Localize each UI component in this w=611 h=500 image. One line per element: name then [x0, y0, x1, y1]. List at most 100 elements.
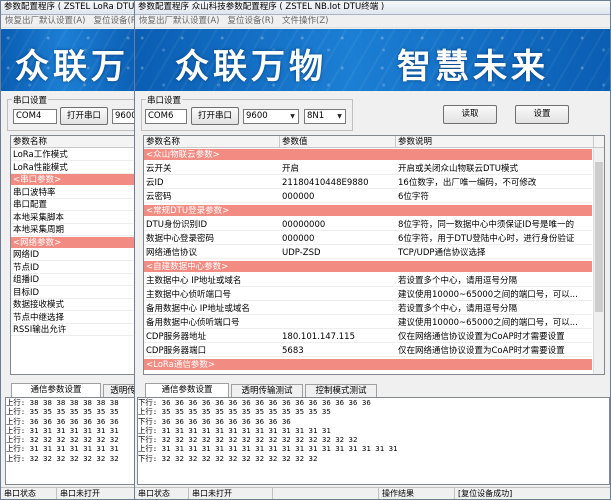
back-param-row[interactable]: 组播ID — [11, 274, 139, 286]
front-tab-control-test[interactable]: 控制模式测试 — [305, 384, 377, 397]
front-row-name: <常规DTU登录参数> — [146, 206, 230, 216]
back-status-label: 串口状态 — [1, 488, 57, 499]
front-banner-right-text: 智慧未来 — [397, 47, 549, 87]
front-row-name: <众山物联云参数> — [146, 150, 220, 160]
front-set-button[interactable]: 设置 — [515, 105, 569, 124]
front-log: 下行: 36 36 36 36 36 36 36 36 36 36 36 36 … — [137, 397, 610, 485]
back-banner: 众联万 — [1, 29, 139, 91]
back-log-line: 上行: 36 36 36 36 36 36 36 — [6, 416, 119, 426]
front-row-value: 21180410448E9880 — [282, 178, 369, 188]
front-param-row[interactable]: CDP服务器地址 180.101.147.115 仅在网络通信协议设置为CoAP时才… — [144, 331, 592, 343]
front-row-desc: 16位数字，出厂唯一编码，不可修改 — [398, 178, 537, 188]
front-param-row[interactable]: CDP服务器端口 5683 仅在网络通信协议设置为CoAP时才需要设置 — [144, 345, 592, 357]
back-param-row[interactable]: RSSI输出允许 — [11, 324, 139, 336]
front-section-row[interactable]: <常规DTU登录参数> — [144, 205, 592, 217]
back-param-row[interactable]: 本地采集周期 — [11, 224, 139, 236]
back-open-port-button[interactable]: 打开串口 — [60, 107, 108, 125]
front-menu-file-ops[interactable]: 文件操作(Z) — [278, 16, 332, 26]
front-col-value[interactable]: 参数值 — [280, 136, 396, 148]
front-row-name: 备用数据中心 IP地址或域名 — [146, 304, 250, 314]
front-window: 参数配置程序 众山科技参数配置程序 ( ZSTEL NB.Iot DTU终端 )… — [134, 0, 611, 500]
back-row-name: LoRa性能模式 — [13, 162, 68, 173]
front-param-row[interactable]: 备用数据中心 IP地址或域名 若设置多个中心，请用逗号分隔 — [144, 303, 592, 315]
front-status-label: 串口状态 — [135, 488, 189, 499]
front-row-desc: 仅在网络通信协议设置为CoAP时才需要设置 — [398, 346, 565, 356]
front-col-desc[interactable]: 参数说明 — [396, 136, 594, 148]
front-log-line: 下行: 32 32 32 32 32 32 32 32 32 32 32 32 … — [138, 435, 358, 445]
front-row-desc: TCP/UDP通信协议选择 — [398, 248, 486, 258]
front-col-name[interactable]: 参数名称 — [144, 136, 280, 148]
front-param-row[interactable]: 云开关 开启 开启或关闭众山物联云DTU模式 — [144, 163, 592, 175]
back-row-name: 串口波特率 — [13, 187, 56, 198]
front-read-button[interactable]: 读取 — [443, 105, 497, 124]
front-log-line: 下行: 32 32 32 32 32 32 32 32 32 32 32 32 — [138, 453, 318, 463]
back-port-select[interactable]: COM4 — [13, 109, 57, 124]
front-row-name: 主数据中心侦听端口号 — [146, 290, 232, 300]
front-grid-scrollbar[interactable] — [593, 148, 604, 374]
back-param-row[interactable]: 节点ID — [11, 262, 139, 274]
front-menu-factory-reset[interactable]: 恢复出厂默认设置(A) — [135, 16, 223, 26]
front-status-value: 串口未打开 — [189, 488, 273, 499]
front-section-row[interactable]: <众山物联云参数> — [144, 149, 592, 161]
front-grid-header: 参数名称 参数值 参数说明 — [144, 136, 604, 148]
front-format-select[interactable]: 8N1 ▼ — [304, 109, 346, 124]
front-row-name: 数据中心登录密码 — [146, 234, 215, 244]
front-section-row[interactable]: <LoRa通信参数> — [144, 359, 592, 371]
back-param-row[interactable]: 数据接收模式 — [11, 299, 139, 311]
back-param-row[interactable]: LoRa工作模式 — [11, 149, 139, 161]
front-window-title: 参数配置程序 众山科技参数配置程序 ( ZSTEL NB.Iot DTU终端 ) — [135, 1, 610, 15]
back-banner-text: 众联万 — [15, 47, 129, 87]
front-status-spacer — [273, 488, 379, 499]
front-param-row[interactable]: 备用数据中心侦听端口号 建议使用10000~65000之间的端口号，可以... — [144, 317, 592, 329]
front-param-row[interactable]: 数据中心登录密码 000000 6位字符，用于DTU登陆中心时，进行身份验证 — [144, 233, 592, 245]
back-row-name: <网络参数> — [13, 237, 62, 248]
back-param-row[interactable]: 目标ID — [11, 287, 139, 299]
back-param-row[interactable]: 节点中继选择 — [11, 312, 139, 324]
back-param-row[interactable]: 网络ID — [11, 249, 139, 261]
back-log-line: 上行: 35 35 35 35 35 35 35 — [6, 407, 119, 417]
front-port-select[interactable]: COM6 — [145, 109, 187, 124]
back-row-name: 网络ID — [13, 250, 40, 260]
front-log-line: 下行: 36 36 36 36 36 36 36 36 36 36 — [138, 416, 291, 426]
back-grid-header: 参数名称 — [11, 136, 139, 148]
back-menu-factory-reset[interactable]: 恢复出厂默认设置(A) — [1, 16, 89, 26]
back-tabs: 通信参数设置 透明传 — [11, 383, 139, 397]
front-baud-select[interactable]: 9600 ▼ — [243, 109, 299, 124]
back-serial-group-title: 串口设置 — [12, 94, 49, 106]
back-menu-reset-device[interactable]: 复位设备(R) — [89, 16, 139, 26]
front-param-row[interactable]: 主数据中心侦听端口号 建议使用10000~65000之间的端口号，可以... — [144, 289, 592, 301]
back-param-row[interactable]: LoRa性能模式 — [11, 162, 139, 174]
front-row-desc: 6位字符，用于DTU登陆中心时，进行身份验证 — [398, 234, 575, 244]
back-log-line: 上行: 38 38 38 38 38 38 38 — [6, 398, 119, 407]
front-param-row[interactable]: 云ID 21180410448E9880 16位数字，出厂唯一编码，不可修改 — [144, 177, 592, 189]
front-row-value: 5683 — [282, 346, 304, 356]
back-row-name: <串口参数> — [13, 175, 62, 185]
front-section-row[interactable]: <自建数据中心参数> — [144, 261, 592, 273]
front-param-row[interactable]: 云密码 000000 6位字符 — [144, 191, 592, 203]
front-grid-scroll-thumb[interactable] — [595, 162, 603, 312]
back-row-name: 组播ID — [13, 275, 40, 285]
front-tab-transparent-test[interactable]: 透明传输测试 — [231, 384, 303, 397]
back-statusbar: 串口状态 串口未打开 — [1, 487, 139, 499]
back-section-row[interactable]: <串口参数> — [11, 174, 139, 186]
back-param-row[interactable]: 串口波特率 — [11, 187, 139, 199]
front-tab-comm-params[interactable]: 通信参数设置 — [145, 383, 229, 397]
back-tab-comm-params[interactable]: 通信参数设置 — [11, 383, 101, 397]
front-row-value: UDP-ZSD — [282, 248, 321, 258]
back-param-row[interactable]: 本地采集脚本 — [11, 212, 139, 224]
front-open-port-button[interactable]: 打开串口 — [191, 107, 239, 125]
front-format-chevron-down-icon: ▼ — [337, 113, 342, 120]
front-param-row[interactable]: 网络通信协议 UDP-ZSD TCP/UDP通信协议选择 — [144, 247, 592, 259]
front-param-row[interactable]: 主数据中心 IP地址或域名 若设置多个中心，请用逗号分隔 — [144, 275, 592, 287]
front-banner-left-text: 众联万物 — [175, 47, 327, 87]
front-banner: 众联万物 智慧未来 — [135, 29, 610, 91]
front-row-name: 云开关 — [146, 164, 172, 174]
front-row-name: CDP服务器端口 — [146, 346, 207, 356]
front-menu-reset-device[interactable]: 复位设备(R) — [223, 16, 278, 26]
front-row-name: 网络通信协议 — [146, 248, 198, 258]
front-log-line: 上行: 31 31 31 31 31 31 31 31 31 31 31 31 … — [138, 444, 398, 454]
front-param-row[interactable]: DTU身份识别ID 00000000 8位字符，同一数据中心中须保证ID号是唯一的 — [144, 219, 592, 231]
back-window: 参数配置程序 ( ZSTEL LoRa DTU ) 恢复出厂默认设置(A) 复位设… — [0, 0, 140, 500]
back-section-row[interactable]: <网络参数> — [11, 236, 139, 249]
back-param-row[interactable]: 串口配置 — [11, 199, 139, 211]
